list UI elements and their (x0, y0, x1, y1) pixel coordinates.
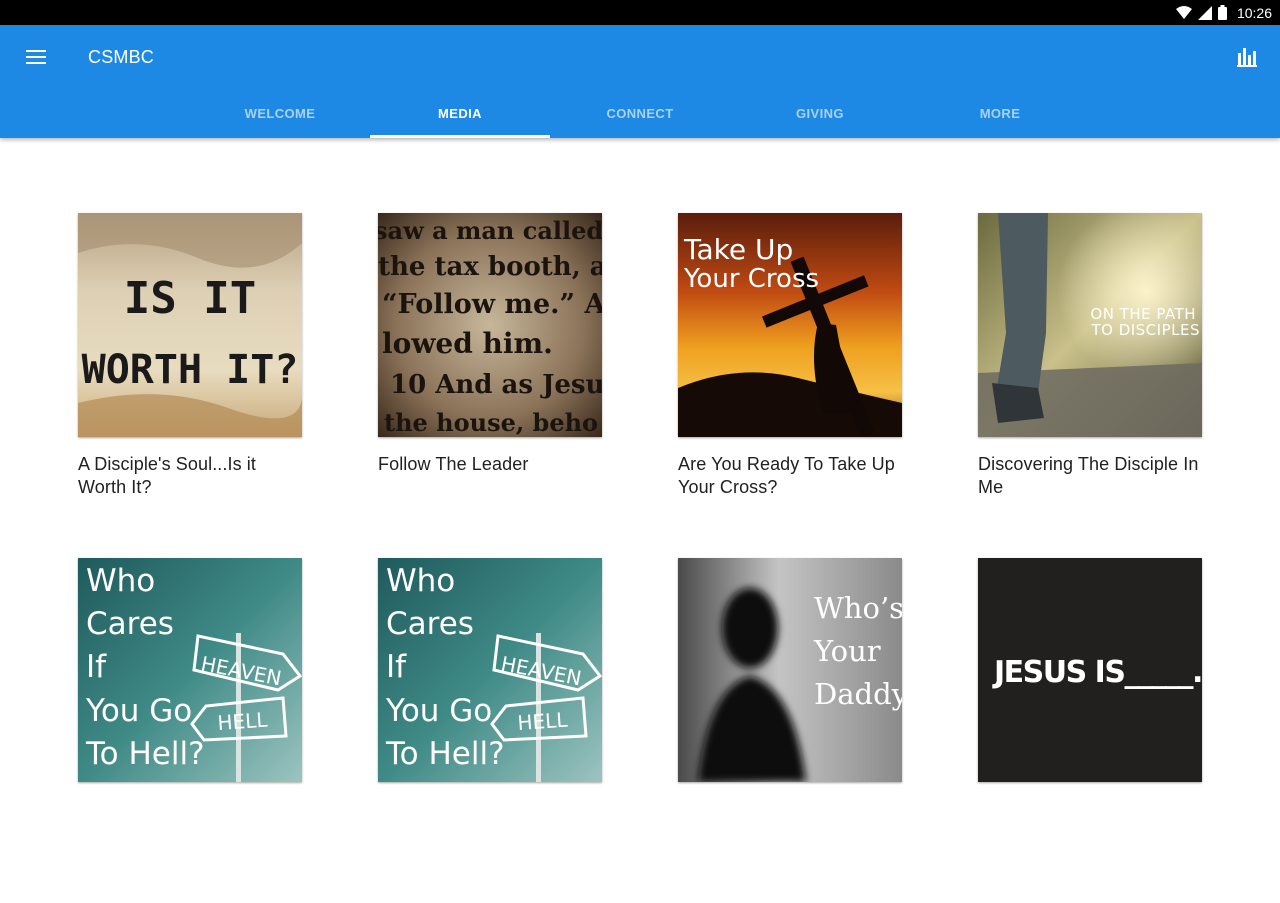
artwork-text: the house, beho (384, 408, 598, 437)
artwork-text: HELL (517, 708, 569, 735)
artwork-text: If (86, 649, 107, 685)
artwork-text: lowed him. (382, 327, 553, 360)
artwork-text: Daddy (814, 677, 902, 711)
media-thumbnail: ON THE PATH TO DISCIPLES (978, 213, 1202, 437)
hamburger-menu-icon[interactable] (22, 45, 50, 69)
media-thumbnail: JESUS IS_____. (978, 558, 1202, 782)
media-thumbnail: saw a man called the tax booth, and “Fol… (378, 213, 602, 437)
wifi-icon (1175, 5, 1192, 20)
artwork-text: To Hell? (385, 736, 505, 772)
artwork-text: You Go (85, 693, 192, 729)
media-card[interactable]: JESUS IS_____. (978, 558, 1202, 903)
artwork-text: 10 And as Jesus (390, 370, 602, 400)
artwork-text: Cares (86, 606, 174, 642)
artwork-text: To Hell? (85, 736, 205, 772)
app-title: CSMBC (88, 47, 155, 67)
media-thumbnail: Take Up Your Cross (678, 213, 902, 437)
status-icons: 10:26 (1175, 0, 1272, 25)
app-bar: CSMBC WELCOME MEDIA CONNECT GIVING MORE (0, 25, 1280, 138)
media-title: A Disciple's Soul...Is it Worth It? (78, 454, 256, 497)
artwork-text: Who (386, 563, 455, 599)
artwork-text: JESUS IS_____. (992, 655, 1202, 690)
artwork-text: saw a man called (378, 216, 602, 245)
media-card[interactable]: IS IT WORTH IT? A Disciple's Soul...Is i… (78, 213, 302, 558)
artwork-text: Your (813, 634, 881, 668)
status-bar: 10:26 (0, 0, 1280, 25)
tab-connect[interactable]: CONNECT (550, 89, 730, 138)
artwork-text: Take Up (683, 233, 793, 266)
artwork-text: If (386, 649, 407, 685)
media-card[interactable]: HEAVEN HELL Who Cares If You Go To Hell? (78, 558, 302, 903)
media-title: Are You Ready To Take Up Your Cross? (678, 454, 895, 497)
media-card[interactable]: ON THE PATH TO DISCIPLES Discovering The… (978, 213, 1202, 558)
artwork-text: Who’s (814, 591, 902, 625)
tab-bar: WELCOME MEDIA CONNECT GIVING MORE (190, 89, 1090, 138)
status-time: 10:26 (1236, 4, 1272, 21)
artwork-text: Who (86, 563, 155, 599)
cell-signal-icon (1197, 5, 1212, 20)
artwork-text: the tax booth, and (378, 252, 602, 282)
artwork-text: WORTH IT? (82, 347, 299, 393)
media-card[interactable]: Take Up Your Cross Are You Ready To Take… (678, 213, 902, 558)
media-thumbnail: Who’s Your Daddy (678, 558, 902, 782)
battery-icon (1217, 5, 1227, 20)
media-card[interactable]: Who’s Your Daddy (678, 558, 902, 903)
media-card[interactable]: saw a man called the tax booth, and “Fol… (378, 213, 602, 558)
artwork-text: You Go (385, 693, 492, 729)
media-thumbnail: HEAVEN HELL Who Cares If You Go To Hell? (78, 558, 302, 782)
media-thumbnail: IS IT WORTH IT? (78, 213, 302, 437)
artwork-text: Cares (386, 606, 474, 642)
media-title: Follow The Leader (378, 454, 529, 474)
media-card[interactable]: HEAVEN HELL Who Cares If You Go To Hell? (378, 558, 602, 903)
artwork-text: “Follow me.” And (382, 289, 602, 320)
artwork-text: IS IT (124, 273, 256, 324)
bar-chart-icon[interactable] (1234, 44, 1260, 70)
tab-media[interactable]: MEDIA (370, 89, 550, 138)
artwork-text: Your Cross (683, 264, 819, 294)
artwork-text: TO DISCIPLES (1090, 321, 1200, 339)
media-thumbnail: HEAVEN HELL Who Cares If You Go To Hell? (378, 558, 602, 782)
media-title: Discovering The Disciple In Me (978, 454, 1199, 497)
tab-giving[interactable]: GIVING (730, 89, 910, 138)
tab-welcome[interactable]: WELCOME (190, 89, 370, 138)
tab-more[interactable]: MORE (910, 89, 1090, 138)
artwork-text: HELL (217, 708, 269, 735)
